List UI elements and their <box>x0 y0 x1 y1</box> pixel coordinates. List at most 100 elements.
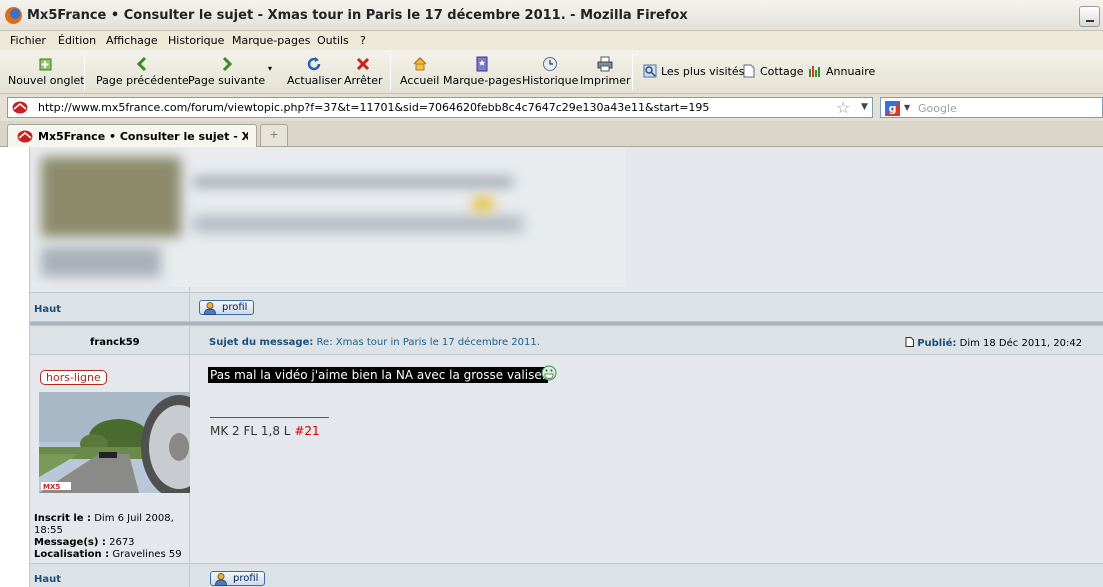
forward-arrow-icon <box>222 56 232 72</box>
history-button[interactable]: Historique <box>522 56 578 87</box>
subject-label: Sujet du message: <box>209 337 314 348</box>
stop-button[interactable]: Arrêter <box>344 56 383 87</box>
back-to-top-link[interactable]: Haut <box>34 304 61 315</box>
page-icon <box>743 64 755 78</box>
annuaire-icon <box>809 66 820 77</box>
post-body-cell <box>190 355 1103 563</box>
most-visited-icon <box>643 64 657 78</box>
back-button[interactable]: Page précédente <box>96 56 189 87</box>
google-engine-icon[interactable]: g <box>885 101 900 116</box>
printer-icon <box>597 56 613 72</box>
post-separator <box>30 322 1103 325</box>
bookmarks-label: Marque-pages <box>443 74 522 87</box>
menu-marque-pages[interactable]: Marque-pages <box>232 34 310 47</box>
back-arrow-icon <box>137 56 147 72</box>
menu-edition[interactable]: Édition <box>58 34 96 47</box>
subject-link[interactable]: Re: Xmas tour in Paris le 17 décembre 20… <box>317 337 540 348</box>
user-profile-icon <box>203 302 217 315</box>
forward-button[interactable]: Page suivante <box>188 56 265 87</box>
history-clock-icon <box>543 57 558 71</box>
post-footer-right <box>190 564 1103 587</box>
new-tab-label: Nouvel onglet <box>8 74 85 87</box>
menu-historique[interactable]: Historique <box>168 34 224 47</box>
user-avatar-image: MX5 <box>39 392 190 493</box>
location-label: Localisation : <box>34 549 110 560</box>
window-title: Mx5France • Consulter le sujet - Xmas to… <box>27 8 688 23</box>
stop-icon <box>357 57 370 71</box>
home-label: Accueil <box>400 74 440 87</box>
menu-help[interactable]: ? <box>360 34 366 47</box>
tab-label: Mx5France • Consulter le sujet - Xm <box>38 130 248 143</box>
signature-text: MK 2 FL 1,8 L <box>210 424 291 438</box>
bookmark-most-visited[interactable]: Les plus visités <box>643 64 744 78</box>
url-dropdown-arrow[interactable]: ▼ <box>861 102 868 112</box>
search-placeholder: Google <box>918 102 957 115</box>
bookmark-label: Les plus visités <box>661 65 745 78</box>
menu-outils[interactable]: Outils <box>317 34 349 47</box>
forum-post-table: Haut profil franck59 Sujet du message: R… <box>29 147 1103 587</box>
minimize-button[interactable] <box>1079 6 1100 27</box>
profile-button[interactable]: profil <box>210 571 266 586</box>
post-author-name: franck59 <box>90 337 140 348</box>
bookmark-annuaire[interactable]: Annuaire <box>808 64 875 78</box>
tab-strip: Mx5France • Consulter le sujet - Xm + <box>0 121 1103 147</box>
profile-button[interactable]: profil <box>199 300 255 315</box>
blurred-region <box>33 147 626 287</box>
author-details: Inscrit le : Dim 6 Juil 2008, 18:55 Mess… <box>34 513 189 561</box>
bookmark-label: Annuaire <box>826 65 876 78</box>
offline-status-badge: hors-ligne <box>40 370 107 385</box>
svg-text:MX5: MX5 <box>43 483 60 491</box>
new-tab-button[interactable]: Nouvel onglet <box>8 56 85 87</box>
avatar-photo-icon: MX5 <box>39 392 190 493</box>
toolbar-separator <box>390 54 391 90</box>
post-published: Publié: Dim 18 Déc 2011, 20:42 <box>905 337 1082 349</box>
home-icon <box>413 56 427 71</box>
menu-fichier[interactable]: Fichier <box>10 34 46 47</box>
tab-current[interactable]: Mx5France • Consulter le sujet - Xm <box>7 124 257 147</box>
location-value: Gravelines 59 <box>112 549 182 560</box>
new-tab-icon <box>39 58 52 71</box>
mx5-favicon-icon <box>17 130 33 143</box>
back-to-top-link[interactable]: Haut <box>34 574 61 585</box>
stop-label: Arrêter <box>344 74 383 87</box>
address-row: http://www.mx5france.com/forum/viewtopic… <box>0 94 1103 121</box>
messages-count: 2673 <box>109 537 135 548</box>
url-text: http://www.mx5france.com/forum/viewtopic… <box>38 101 710 114</box>
messages-label: Message(s) : <box>34 537 106 548</box>
published-date: Dim 18 Déc 2011, 20:42 <box>959 338 1083 349</box>
print-button[interactable]: Imprimer <box>580 56 631 87</box>
page-content: Haut profil franck59 Sujet du message: R… <box>0 147 1103 587</box>
firefox-logo-icon <box>5 7 22 24</box>
menu-bar: Fichier Édition Affichage Historique Mar… <box>0 31 1103 50</box>
post-subject: Sujet du message: Re: Xmas tour in Paris… <box>209 337 540 348</box>
new-tab-plus-button[interactable]: + <box>260 124 288 146</box>
reload-label: Actualiser <box>287 74 342 87</box>
toolbar-separator <box>632 54 633 90</box>
menu-affichage[interactable]: Affichage <box>106 34 158 47</box>
grin-smiley-icon <box>541 365 557 381</box>
signature: MK 2 FL 1,8 L #21 <box>210 424 320 438</box>
reload-button[interactable]: Actualiser <box>287 56 342 87</box>
forward-label: Page suivante <box>188 74 266 87</box>
registered-label: Inscrit le : <box>34 513 92 524</box>
home-button[interactable]: Accueil <box>400 56 439 87</box>
post-message-text: Pas mal la vidéo j'aime bien la NA avec … <box>208 367 548 383</box>
profile-label: profil <box>233 573 259 584</box>
engine-dropdown-arrow[interactable]: ▼ <box>904 103 910 112</box>
signature-divider <box>210 417 329 418</box>
profile-label: profil <box>222 302 248 313</box>
bookmark-star-icon[interactable]: ☆ <box>836 98 850 117</box>
prev-post-footer-right <box>190 293 1103 321</box>
bookmark-label: Cottage <box>760 65 804 78</box>
back-label: Page précédente <box>96 74 189 87</box>
window-titlebar: Mx5France • Consulter le sujet - Xmas to… <box>0 0 1103 31</box>
search-input[interactable]: g ▼ Google <box>880 97 1103 118</box>
signature-number: #21 <box>294 424 320 438</box>
url-input[interactable]: http://www.mx5france.com/forum/viewtopic… <box>7 97 873 118</box>
print-label: Imprimer <box>580 74 631 87</box>
history-dropdown-arrow[interactable]: ▾ <box>268 64 272 73</box>
reload-icon <box>308 57 321 71</box>
bookmarks-button[interactable]: Marque-pages <box>443 56 521 87</box>
bookmark-cottage[interactable]: Cottage <box>742 64 804 78</box>
user-profile-icon <box>214 573 228 586</box>
